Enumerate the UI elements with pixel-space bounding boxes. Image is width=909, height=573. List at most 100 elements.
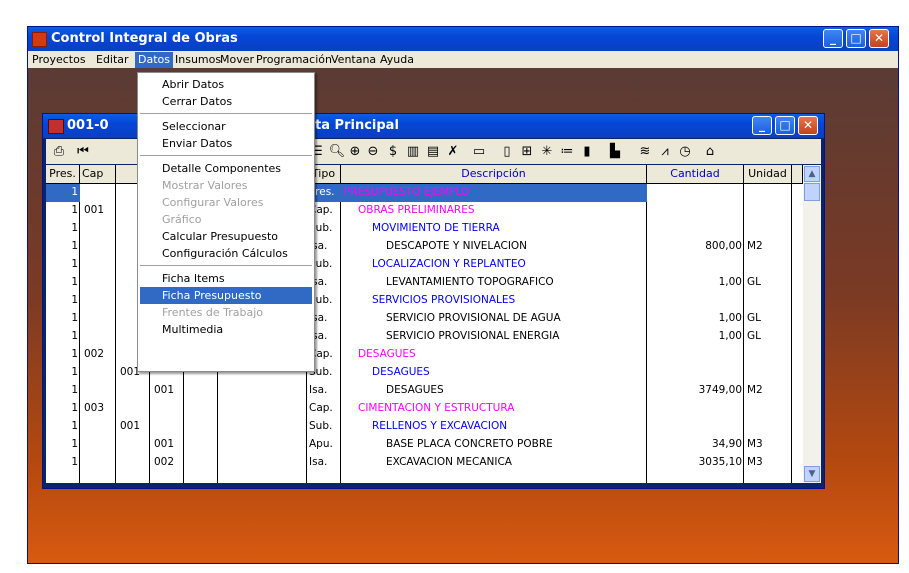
- app-title-bar[interactable]: Control Integral de Obras _ □ ✕: [28, 27, 898, 51]
- menu-item-configuraci-n-c-lculos[interactable]: Configuración Cálculos: [140, 245, 312, 262]
- app-title: Control Integral de Obras: [51, 31, 238, 46]
- scroll-thumb[interactable]: [804, 183, 820, 201]
- form-icon[interactable]: ▭: [470, 143, 488, 160]
- cell-cap: [84, 184, 114, 202]
- cell-descripcion: EXCAVACION MECANICA: [386, 456, 512, 468]
- cell-tipo: Isa.: [309, 456, 328, 468]
- trash-icon[interactable]: ▮: [578, 143, 596, 160]
- cell-pres: 1: [71, 366, 78, 378]
- cell-item: [154, 400, 184, 418]
- tools-icon[interactable]: ✳: [538, 143, 556, 160]
- column-header-unidad[interactable]: Unidad: [744, 165, 792, 184]
- menu-item-seleccionar[interactable]: Seleccionar: [140, 118, 312, 135]
- cell-cantidad: [649, 346, 742, 364]
- cell-tipo: Sub.: [309, 420, 333, 432]
- zoom-out-icon[interactable]: ⊖: [364, 143, 382, 160]
- bar-chart-icon[interactable]: ▙: [606, 143, 624, 160]
- menu-item-ficha-items[interactable]: Ficha Items: [140, 270, 312, 287]
- line-chart-icon[interactable]: ⩘: [656, 143, 674, 160]
- cell-cap: [84, 292, 114, 310]
- cell-pres: 1: [71, 402, 78, 414]
- menu-item-enviar-datos[interactable]: Enviar Datos: [140, 135, 312, 152]
- cell-cap: [84, 328, 114, 346]
- app-logo-icon: [32, 32, 47, 47]
- cell-sub: [120, 454, 150, 472]
- cell-cantidad: [649, 202, 742, 220]
- menu-programacin[interactable]: Programación: [253, 53, 335, 67]
- menu-item-multimedia[interactable]: Multimedia: [140, 321, 312, 338]
- columns-icon[interactable]: ▥: [404, 143, 422, 160]
- menu-editar[interactable]: Editar: [93, 53, 132, 67]
- column-header-cap[interactable]: Cap: [80, 165, 116, 184]
- cell-item: 002: [154, 456, 175, 468]
- cell-cap: [84, 418, 114, 436]
- cell-tipo: Apu.: [309, 438, 333, 450]
- table-row[interactable]: 1 002 Isa. EXCAVACION MECANICA 3035,10 M3: [46, 454, 803, 472]
- cell-pres: 1: [71, 258, 78, 270]
- cell-sub: 001: [120, 420, 141, 432]
- scroll-up-icon[interactable]: ▲: [804, 166, 820, 182]
- price-icon[interactable]: $: [384, 143, 402, 160]
- close-button[interactable]: ✕: [869, 29, 889, 48]
- clock-icon[interactable]: ◷: [676, 143, 694, 160]
- menu-item-ficha-presupuesto[interactable]: Ficha Presupuesto: [140, 287, 312, 304]
- bullets-icon[interactable]: ≔: [558, 143, 576, 160]
- column-header-descripcin[interactable]: Descripción: [341, 165, 647, 184]
- print-icon[interactable]: ⎙: [50, 143, 68, 160]
- menu-item-calcular-presupuesto[interactable]: Calcular Presupuesto: [140, 228, 312, 245]
- cell-sub: [120, 400, 150, 418]
- cell-descripcion: LEVANTAMIENTO TOPOGRAFICO: [386, 276, 554, 288]
- menu-item-detalle-componentes[interactable]: Detalle Componentes: [140, 160, 312, 177]
- cell-descripcion: SERVICIO PROVISIONAL ENERGIA: [386, 330, 560, 342]
- menu-ventana[interactable]: Ventana: [328, 53, 379, 67]
- cell-unidad: [747, 418, 791, 436]
- cell-pres: 1: [71, 222, 78, 234]
- cell-pres: 1: [71, 204, 78, 216]
- table-row[interactable]: 1 001 Apu. BASE PLACA CONCRETO POBRE 34,90 M3: [46, 436, 803, 454]
- table-row[interactable]: 1 001 Isa. DESAGUES 3749,00 M2: [46, 382, 803, 400]
- zoom-in-icon[interactable]: ⊕: [346, 143, 364, 160]
- graduation-icon[interactable]: ⌂: [701, 143, 719, 160]
- cell-unidad: [747, 292, 791, 310]
- table-row[interactable]: 1 003 Cap. CIMENTACION Y ESTRUCTURA: [46, 400, 803, 418]
- cell-cap: [84, 364, 114, 382]
- cell-cantidad: [649, 220, 742, 238]
- document-icon[interactable]: ▯: [498, 143, 516, 160]
- scroll-down-icon[interactable]: ▼: [804, 466, 820, 482]
- column-header-pres[interactable]: Pres.: [46, 165, 80, 184]
- cell-unidad: [747, 184, 791, 202]
- cell-unidad: [747, 400, 791, 418]
- menu-ayuda[interactable]: Ayuda: [377, 53, 417, 67]
- maximize-button[interactable]: □: [846, 29, 866, 48]
- database-icon[interactable]: ≋: [636, 143, 654, 160]
- column-header-cantidad[interactable]: Cantidad: [647, 165, 744, 184]
- cell-cap: 002: [84, 348, 105, 360]
- menu-item-configurar-valores: Configurar Valores: [162, 196, 264, 209]
- menu-item-abrir-datos[interactable]: Abrir Datos: [140, 76, 312, 93]
- first-record-icon[interactable]: ⏮: [74, 143, 92, 160]
- child-maximize-button[interactable]: □: [775, 116, 795, 135]
- child-close-button[interactable]: ✕: [798, 116, 818, 135]
- menu-item-gr-fico: Gráfico: [162, 213, 202, 226]
- cell-cap: [84, 436, 114, 454]
- vertical-scrollbar[interactable]: ▲ ▼: [803, 165, 821, 483]
- table-row[interactable]: 1 001 Sub. RELLENOS Y EXCAVACION: [46, 418, 803, 436]
- cell-cap: [84, 238, 114, 256]
- chart-icon[interactable]: ▤: [424, 143, 442, 160]
- cell-cantidad: 1,00: [718, 312, 742, 324]
- cell-cantidad: 1,00: [718, 330, 742, 342]
- sort-icon[interactable]: ✗: [444, 143, 462, 160]
- minimize-button[interactable]: _: [823, 29, 843, 48]
- cell-pres: 1: [71, 240, 78, 252]
- menu-bar: Proyectos Editar Datos Insumos Mover Programa…: [28, 51, 898, 68]
- budget-icon: [48, 119, 64, 134]
- child-minimize-button[interactable]: _: [752, 116, 772, 135]
- menu-proyectos[interactable]: Proyectos: [29, 53, 89, 67]
- cell-item: 001: [154, 438, 175, 450]
- hierarchy-icon[interactable]: ⊞: [518, 143, 536, 160]
- menu-datos[interactable]: Datos: [135, 52, 173, 68]
- menu-mover[interactable]: Mover: [217, 53, 257, 67]
- search-icon[interactable]: 🔍︎: [328, 143, 346, 160]
- menu-separator: [140, 265, 312, 266]
- menu-item-cerrar-datos[interactable]: Cerrar Datos: [140, 93, 312, 110]
